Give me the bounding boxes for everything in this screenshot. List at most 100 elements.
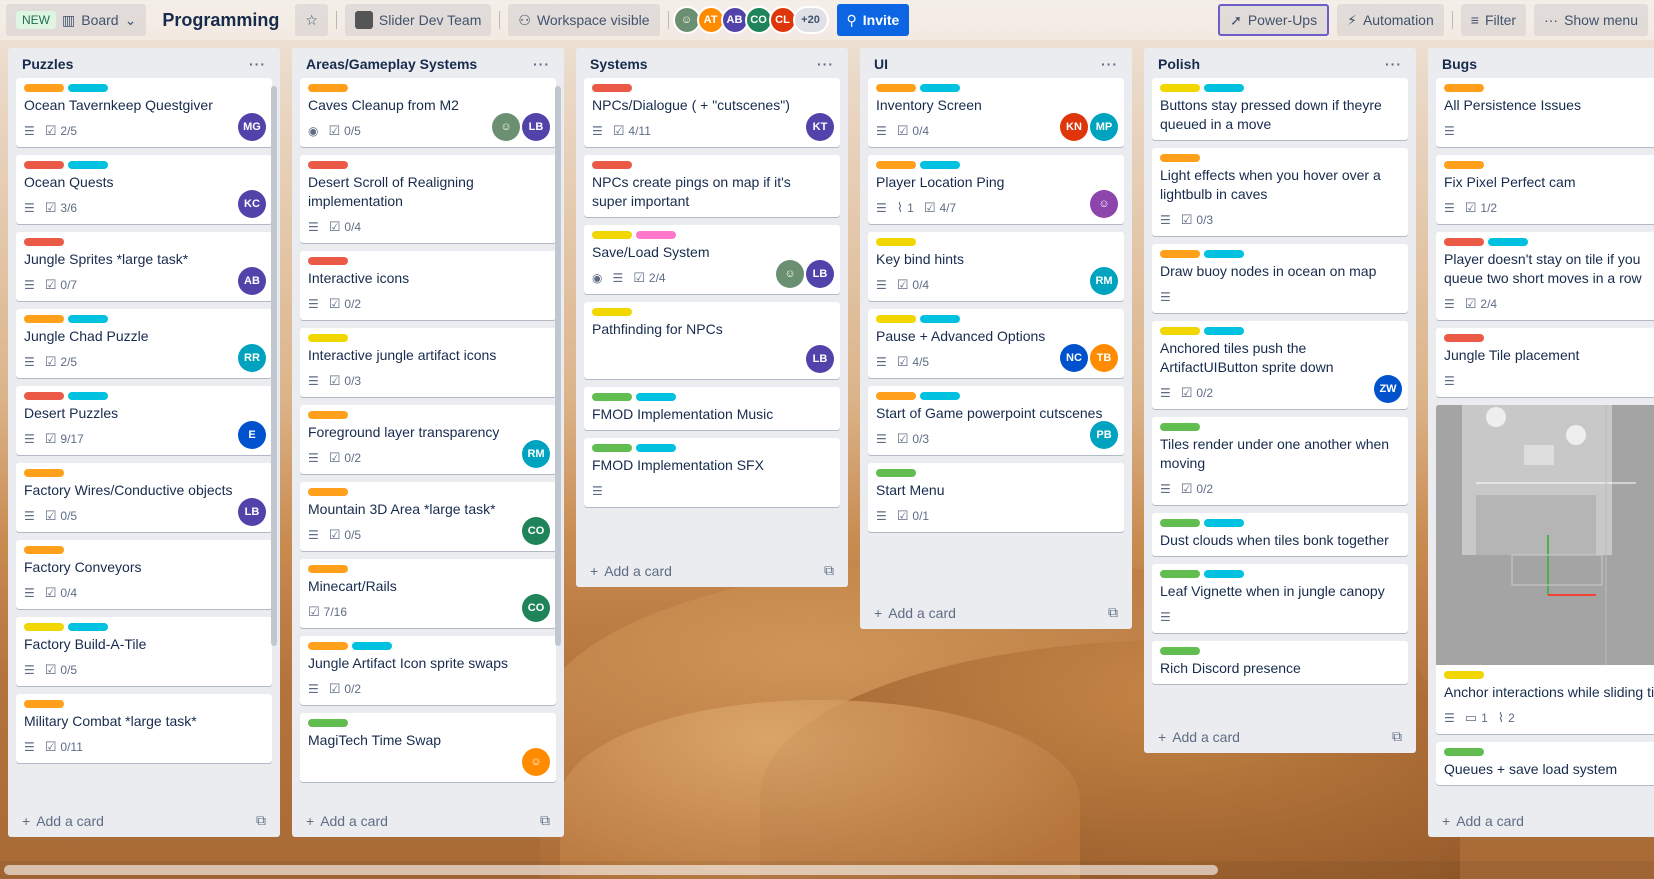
label-sky[interactable] <box>68 84 108 92</box>
card[interactable]: Jungle Chad Puzzle ☰ ☑ 2/5 RR <box>16 309 272 378</box>
card[interactable]: Leaf Vignette when in jungle canopy ☰ <box>1152 564 1408 633</box>
member-avatar[interactable]: LB <box>522 113 550 141</box>
label-green[interactable] <box>1160 647 1200 655</box>
member-avatar[interactable]: MG <box>238 113 266 141</box>
card[interactable]: FMOD Implementation Music <box>584 387 840 430</box>
member-avatar[interactable]: E <box>238 421 266 449</box>
label-orange[interactable] <box>308 565 348 573</box>
card[interactable]: Pathfinding for NPCs LB <box>584 302 840 379</box>
workspace-button[interactable]: Slider Dev Team <box>344 4 492 36</box>
list-title[interactable]: Systems <box>590 56 648 72</box>
label-green[interactable] <box>592 393 632 401</box>
add-card-button[interactable]: + Add a card <box>306 813 388 829</box>
list-title[interactable]: Bugs <box>1442 56 1477 72</box>
label-red[interactable] <box>592 161 632 169</box>
card[interactable]: NPCs/Dialogue ( + "cutscenes") ☰ ☑ 4/11 KT <box>584 78 840 147</box>
label-red[interactable] <box>24 161 64 169</box>
list-title[interactable]: UI <box>874 56 888 72</box>
member-avatar[interactable]: RM <box>1090 267 1118 295</box>
card[interactable]: Mountain 3D Area *large task* ☰ ☑ 0/5 CO <box>300 482 556 551</box>
member-avatar[interactable]: KT <box>806 113 834 141</box>
label-red[interactable] <box>308 257 348 265</box>
card[interactable]: Military Combat *large task* ☰ ☑ 0/11 <box>16 694 272 763</box>
member-avatar[interactable]: CO <box>522 594 550 622</box>
member-avatar[interactable]: RM <box>522 440 550 468</box>
label-orange[interactable] <box>1160 250 1200 258</box>
member-avatar[interactable]: MP <box>1090 113 1118 141</box>
label-sky[interactable] <box>1488 238 1528 246</box>
card[interactable]: Desert Puzzles ☰ ☑ 9/17 E <box>16 386 272 455</box>
member-avatar[interactable]: ☺ <box>492 113 520 141</box>
list-scrollbar[interactable] <box>555 86 561 646</box>
list-scrollbar[interactable] <box>271 86 277 646</box>
card[interactable]: Inventory Screen ☰ ☑ 0/4 KN MP <box>868 78 1124 147</box>
member-avatar[interactable]: ☺ <box>522 748 550 776</box>
card[interactable]: Tiles render under one another when movi… <box>1152 417 1408 505</box>
label-yellow[interactable] <box>592 308 632 316</box>
list-menu-icon[interactable]: ··· <box>249 56 266 72</box>
list-title[interactable]: Polish <box>1158 56 1200 72</box>
card[interactable]: Dust clouds when tiles bonk together <box>1152 513 1408 556</box>
label-red[interactable] <box>24 392 64 400</box>
member-avatar[interactable]: LB <box>806 260 834 288</box>
label-yellow[interactable] <box>1444 671 1484 679</box>
label-red[interactable] <box>592 84 632 92</box>
star-button[interactable]: ☆ <box>295 4 328 36</box>
label-orange[interactable] <box>876 161 916 169</box>
label-yellow[interactable] <box>876 315 916 323</box>
card[interactable]: Light effects when you hover over a ligh… <box>1152 148 1408 236</box>
member-avatar[interactable]: LB <box>806 345 834 373</box>
label-pink[interactable] <box>636 231 676 239</box>
card[interactable]: Fix Pixel Perfect cam☰☑1/2LB <box>1436 155 1654 224</box>
filter-button[interactable]: ≡ Filter <box>1460 4 1527 36</box>
card[interactable]: NPCs create pings on map if it's super i… <box>584 155 840 217</box>
card[interactable]: Player Location Ping ☰ ⌇ 1 ☑ 4/7 ☺ <box>868 155 1124 224</box>
add-card-button[interactable]: + Add a card <box>874 605 956 621</box>
member-avatar[interactable]: AB <box>238 267 266 295</box>
create-from-template-icon[interactable]: ⧉ <box>1108 604 1118 621</box>
label-sky[interactable] <box>636 444 676 452</box>
label-orange[interactable] <box>308 642 348 650</box>
card[interactable]: Interactive icons ☰ ☑ 0/2 <box>300 251 556 320</box>
card[interactable]: Start Menu ☰ ☑ 0/1 <box>868 463 1124 532</box>
label-orange[interactable] <box>24 84 64 92</box>
card[interactable]: Foreground layer transparency ☰ ☑ 0/2 RM <box>300 405 556 474</box>
label-red[interactable] <box>1444 238 1484 246</box>
label-green[interactable] <box>1444 748 1484 756</box>
member-avatar[interactable]: LB <box>238 498 266 526</box>
card[interactable]: Buttons stay pressed down if theyre queu… <box>1152 78 1408 140</box>
label-green[interactable] <box>308 719 348 727</box>
label-green[interactable] <box>1160 570 1200 578</box>
card[interactable]: Ocean Tavernkeep Questgiver ☰ ☑ 2/5 MG <box>16 78 272 147</box>
label-sky[interactable] <box>1204 327 1244 335</box>
card[interactable]: Player doesn't stay on tile if you queue… <box>1436 232 1654 320</box>
label-yellow[interactable] <box>876 238 916 246</box>
label-sky[interactable] <box>920 84 960 92</box>
card[interactable]: Anchor interactions while sliding tile ☰ ▭… <box>1436 405 1654 734</box>
member-avatar[interactable]: TB <box>1090 344 1118 372</box>
card[interactable]: Draw buoy nodes in ocean on map ☰ <box>1152 244 1408 313</box>
label-orange[interactable] <box>876 392 916 400</box>
label-orange[interactable] <box>1160 154 1200 162</box>
label-orange[interactable] <box>876 84 916 92</box>
member-avatar[interactable]: CO <box>522 517 550 545</box>
power-ups-button[interactable]: ➚ Power-Ups <box>1218 4 1330 36</box>
label-green[interactable] <box>592 444 632 452</box>
card[interactable]: Jungle Tile placement☰AB <box>1436 328 1654 397</box>
label-orange[interactable] <box>1444 84 1484 92</box>
label-orange[interactable] <box>308 84 348 92</box>
card[interactable]: Jungle Sprites *large task* ☰ ☑ 0/7 AB <box>16 232 272 301</box>
card[interactable]: Interactive jungle artifact icons ☰ ☑ 0/3 <box>300 328 556 397</box>
add-card-button[interactable]: + Add a card <box>22 813 104 829</box>
label-green[interactable] <box>1160 519 1200 527</box>
label-sky[interactable] <box>920 161 960 169</box>
more-members-count[interactable]: +20 <box>792 6 829 34</box>
label-yellow[interactable] <box>592 231 632 239</box>
add-card-button[interactable]: + Add a card <box>590 563 672 579</box>
card[interactable]: MagiTech Time Swap ☺ <box>300 713 556 782</box>
label-yellow[interactable] <box>308 334 348 342</box>
card[interactable]: Caves Cleanup from M2 ◉ ☑ 0/5 ☺ LB <box>300 78 556 147</box>
member-avatar[interactable]: RR <box>238 344 266 372</box>
label-orange[interactable] <box>308 488 348 496</box>
label-red[interactable] <box>1444 334 1484 342</box>
